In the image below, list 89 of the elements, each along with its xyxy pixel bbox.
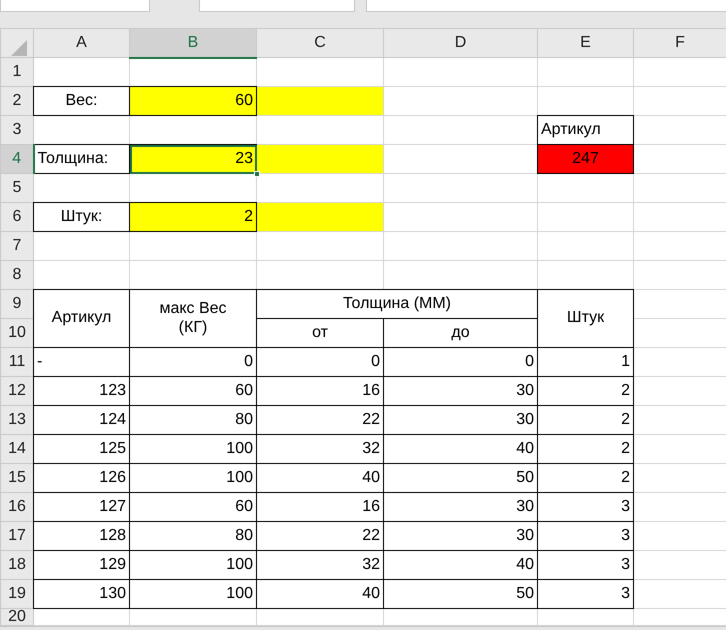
column-header[interactable]: F <box>634 28 726 58</box>
highlighted-cell[interactable] <box>256 202 384 232</box>
row-header[interactable]: 19 <box>0 580 34 608</box>
table-cell[interactable]: 2 <box>130 202 256 232</box>
row-header[interactable]: 2 <box>0 86 34 116</box>
table-cell[interactable]: 129 <box>34 550 130 580</box>
table-cell[interactable]: 0 <box>256 348 384 376</box>
row-header[interactable]: 1 <box>0 58 34 86</box>
table-cell[interactable]: 30 <box>384 492 538 522</box>
table-cell[interactable]: 100 <box>130 464 256 492</box>
table-cell[interactable]: 100 <box>130 434 256 464</box>
row-header[interactable]: 11 <box>0 348 34 376</box>
table-cell[interactable]: 40 <box>384 550 538 580</box>
table-cell[interactable]: 0 <box>130 348 256 376</box>
row-header[interactable]: 6 <box>0 202 34 232</box>
table-cell[interactable]: 247 <box>538 144 634 174</box>
table-cell[interactable]: 100 <box>130 550 256 580</box>
table-cell[interactable]: 50 <box>384 464 538 492</box>
row-header[interactable]: 20 <box>0 608 34 626</box>
table-cell[interactable]: 60 <box>130 86 256 116</box>
table-cell[interactable]: 60 <box>130 376 256 406</box>
row-header[interactable]: 15 <box>0 464 34 492</box>
row-header[interactable]: 8 <box>0 260 34 290</box>
column-header[interactable]: C <box>256 28 384 58</box>
row-header[interactable]: 9 <box>0 290 34 318</box>
table-cell[interactable]: 3 <box>538 580 634 608</box>
table-cell[interactable]: 22 <box>256 522 384 550</box>
table-cell[interactable]: 16 <box>256 492 384 522</box>
row-header[interactable]: 5 <box>0 174 34 202</box>
row-header[interactable]: 14 <box>0 434 34 464</box>
table-cell[interactable]: 0 <box>384 348 538 376</box>
highlighted-cell[interactable] <box>256 144 384 174</box>
table-cell[interactable]: Штук <box>538 290 634 348</box>
table-cell[interactable]: 80 <box>130 406 256 434</box>
row-header[interactable]: 3 <box>0 116 34 144</box>
table-cell[interactable]: 2 <box>538 434 634 464</box>
table-cell[interactable]: 124 <box>34 406 130 434</box>
table-cell[interactable]: 30 <box>384 522 538 550</box>
table-cell[interactable]: Артикул <box>538 116 634 144</box>
table-cell[interactable]: от <box>256 318 384 348</box>
table-cell[interactable]: Артикул <box>34 290 130 348</box>
table-cell[interactable]: 128 <box>34 522 130 550</box>
table-cell[interactable]: 130 <box>34 580 130 608</box>
table-cell[interactable]: 125 <box>34 434 130 464</box>
table-cell[interactable]: 3 <box>538 492 634 522</box>
table-cell[interactable]: 30 <box>384 376 538 406</box>
table-cell[interactable]: 32 <box>256 550 384 580</box>
fill-handle[interactable] <box>254 171 260 177</box>
table-cell[interactable]: 127 <box>34 492 130 522</box>
table-cell[interactable]: Штук: <box>34 202 130 232</box>
table-cell[interactable]: 32 <box>256 434 384 464</box>
table-cell[interactable]: 30 <box>384 406 538 434</box>
table-cell[interactable]: 1 <box>538 348 634 376</box>
row-header[interactable]: 10 <box>0 318 34 348</box>
formula-bar[interactable] <box>366 0 726 12</box>
table-cell[interactable]: 16 <box>256 376 384 406</box>
row-header[interactable]: 13 <box>0 406 34 434</box>
row-header[interactable]: 18 <box>0 550 34 580</box>
column-header[interactable]: B <box>130 28 256 58</box>
table-cell[interactable]: 60 <box>130 492 256 522</box>
table-cell[interactable]: - <box>34 348 130 376</box>
row-header[interactable]: 17 <box>0 522 34 550</box>
table-cell[interactable]: 2 <box>538 406 634 434</box>
table-cell[interactable]: Толщина: <box>34 144 130 174</box>
table-cell[interactable]: 40 <box>256 464 384 492</box>
table-cell[interactable]: 22 <box>256 406 384 434</box>
table-cell[interactable]: 2 <box>538 464 634 492</box>
table-cell[interactable]: 80 <box>130 522 256 550</box>
table-cell[interactable]: 100 <box>130 580 256 608</box>
table-cell[interactable]: Толщина (ММ) <box>256 290 538 318</box>
column-header[interactable]: A <box>34 28 130 58</box>
table-cell[interactable]: макс Вес (КГ) <box>130 290 256 348</box>
table-cell[interactable]: 50 <box>384 580 538 608</box>
table-cell[interactable]: Вес: <box>34 86 130 116</box>
table-cell[interactable]: 40 <box>256 580 384 608</box>
row-header[interactable]: 4 <box>0 144 34 174</box>
column-header[interactable]: D <box>384 28 538 58</box>
table-cell[interactable]: 126 <box>34 464 130 492</box>
row-header[interactable]: 12 <box>0 376 34 406</box>
column-header[interactable]: E <box>538 28 634 58</box>
name-box[interactable] <box>0 0 150 12</box>
highlighted-cell[interactable] <box>256 86 384 116</box>
table-cell[interactable]: 40 <box>384 434 538 464</box>
table-cell[interactable]: 123 <box>34 376 130 406</box>
table-cell[interactable]: 3 <box>538 550 634 580</box>
table-cell[interactable]: 2 <box>538 376 634 406</box>
table-cell[interactable]: 3 <box>538 522 634 550</box>
row-header[interactable]: 7 <box>0 232 34 260</box>
row-header[interactable]: 16 <box>0 492 34 522</box>
